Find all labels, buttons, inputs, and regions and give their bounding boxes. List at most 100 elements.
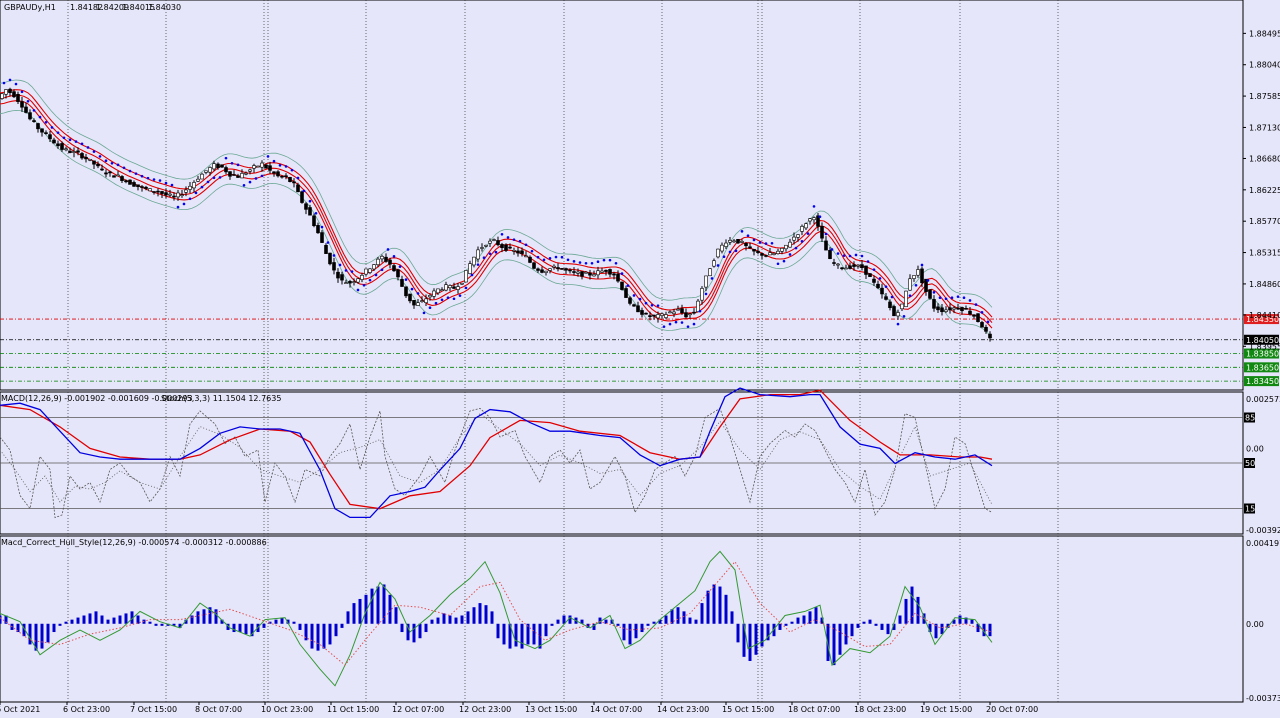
psar-dot	[404, 278, 408, 281]
psar-dot	[602, 258, 606, 262]
psar-dot	[668, 322, 672, 326]
candle-body	[236, 175, 240, 178]
candle-body	[216, 163, 220, 169]
hull-histogram-bar	[682, 611, 686, 624]
hull-histogram-bar	[526, 623, 530, 645]
candle-body	[272, 171, 276, 174]
psar-dot	[764, 242, 768, 245]
hull-histogram-bar	[46, 623, 50, 643]
candle-body	[920, 268, 924, 284]
psar-dot	[116, 163, 120, 167]
candle-body	[148, 188, 152, 192]
hull-histogram-bar	[958, 615, 962, 624]
hull-histogram-bar	[370, 588, 374, 624]
candle-body	[776, 250, 780, 254]
hull-histogram-bar	[886, 623, 890, 635]
psar-dot	[848, 254, 852, 258]
candle-body	[820, 225, 824, 239]
psar-dot	[212, 176, 216, 180]
psar-dot	[416, 292, 420, 295]
hull-histogram-bar	[448, 615, 452, 624]
hull-histogram-bar	[70, 619, 74, 624]
psar-dot	[152, 178, 156, 181]
psar-dot	[320, 225, 324, 229]
hull-histogram-bar	[496, 623, 500, 639]
price-level-label: 1.83450	[1246, 377, 1279, 386]
x-tick-label: 18 Oct 07:00	[788, 705, 840, 714]
x-axis-labels: 6 Oct 2021 6 Oct 23:00 7 Oct 15:00 8 Oct 07…	[0, 702, 1038, 714]
candle-body	[364, 268, 368, 275]
candle-body	[532, 262, 536, 269]
psar-dot	[242, 184, 246, 187]
hull-pane[interactable]	[0, 535, 1244, 703]
candle-body	[876, 283, 880, 289]
candle-body	[564, 268, 568, 271]
psar-dot	[806, 232, 810, 235]
psar-dot	[8, 78, 12, 82]
hull-histogram-bar	[790, 621, 794, 624]
psar-dot	[938, 296, 942, 300]
psar-dot	[470, 273, 474, 277]
candle-body	[812, 217, 816, 221]
hull-histogram-bar	[862, 621, 866, 624]
psar-dot	[782, 259, 786, 263]
psar-dot	[566, 258, 570, 262]
candle-body	[160, 191, 164, 194]
psar-dot	[716, 264, 720, 267]
hull-y-tick-label: 0.00	[1246, 620, 1264, 629]
candle-body	[476, 249, 480, 260]
price-level-lines: 1.843501.840501.838501.836501.83450	[0, 314, 1279, 387]
candle-body	[624, 288, 628, 298]
candle-body	[608, 269, 612, 275]
hull-histogram-bar	[322, 623, 326, 649]
psar-dot	[968, 299, 972, 302]
candle-body	[280, 175, 284, 178]
psar-dot	[656, 304, 660, 307]
hull-histogram-bar	[112, 617, 116, 624]
hull-histogram-bar	[502, 623, 506, 645]
parabolic-sar-dots	[2, 78, 990, 328]
candle-body	[84, 156, 88, 160]
psar-dot	[446, 296, 450, 300]
candle-body	[48, 134, 52, 140]
hull-histogram-bar	[724, 594, 728, 624]
trading-chart[interactable]: 1.843501.840501.838501.836501.83450 8550…	[0, 0, 1280, 718]
psar-dot	[482, 256, 486, 260]
candle-body	[68, 150, 72, 153]
candle-body	[960, 307, 964, 312]
candle-body	[708, 268, 712, 277]
stoch-level-label: 85	[1245, 414, 1255, 423]
psar-dot	[584, 261, 588, 265]
y-tick-label: 1.87130	[1249, 123, 1280, 132]
candle-body	[444, 284, 448, 291]
envelope-band-line	[0, 94, 993, 323]
candle-body	[92, 160, 96, 165]
hull-histogram-bar	[106, 619, 110, 624]
psar-dot	[326, 241, 330, 244]
psar-dot	[788, 253, 792, 256]
hull-histogram-bar	[850, 623, 854, 637]
psar-dot	[332, 254, 336, 257]
hull-histogram-bar	[304, 623, 308, 641]
hull-histogram-bar	[814, 607, 818, 624]
candle-body	[780, 248, 784, 252]
psar-dot	[650, 303, 654, 307]
psar-dot	[74, 140, 78, 143]
hull-histogram-bar	[64, 621, 68, 624]
psar-dot	[374, 273, 378, 277]
hull-histogram-bar	[58, 623, 62, 626]
hull-histogram-bar	[424, 623, 428, 633]
hull-histogram-bar	[844, 623, 848, 645]
hull-histogram-bar	[568, 615, 572, 624]
hull-histogram-bar	[754, 623, 758, 655]
candle-body	[328, 252, 332, 265]
candle-body	[596, 270, 600, 276]
candle-body	[800, 226, 804, 232]
hull-histogram-bar	[706, 590, 710, 624]
hull-histogram-bar	[730, 611, 734, 624]
candle-body	[628, 297, 632, 304]
candle-body	[36, 123, 40, 130]
candle-body	[188, 185, 192, 190]
psar-dot	[752, 238, 756, 242]
candle-body	[616, 273, 620, 282]
